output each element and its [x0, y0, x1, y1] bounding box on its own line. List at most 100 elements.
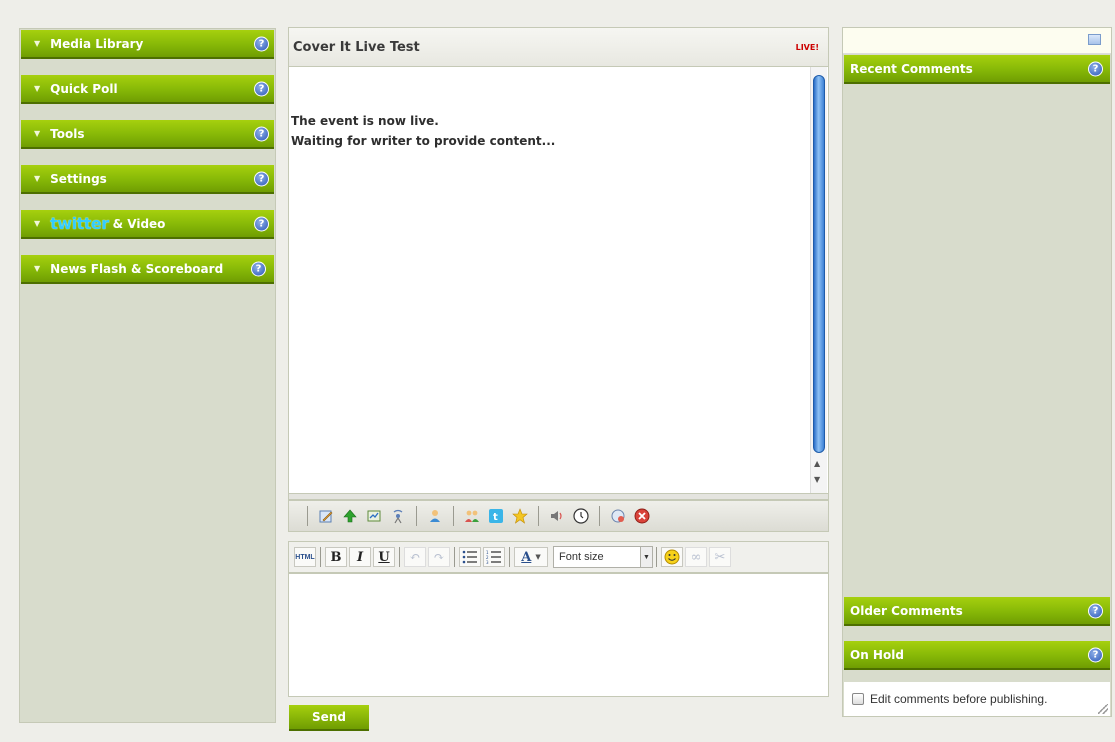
unlink-icon[interactable]: ✂ — [709, 547, 731, 567]
svg-text:t: t — [493, 512, 498, 523]
html-mode-button[interactable]: HTML — [294, 547, 316, 567]
section-on-hold[interactable]: On Hold ? — [844, 641, 1110, 670]
upload-icon[interactable] — [340, 506, 360, 526]
font-size-value: Font size — [559, 551, 604, 563]
toolbar-separator — [454, 547, 455, 567]
content-text: The event is now live. Waiting for write… — [291, 111, 555, 151]
toolbar-separator — [399, 547, 400, 567]
help-icon[interactable]: ? — [254, 126, 269, 141]
send-button[interactable]: Send — [289, 705, 369, 731]
collapse-arrow-icon: ▼ — [34, 174, 41, 183]
chevron-down-icon[interactable]: ▼ — [640, 547, 652, 567]
section-label: News Flash & Scoreboard — [50, 261, 224, 276]
content-line: Waiting for writer to provide content... — [291, 134, 556, 148]
section-label: Media Library — [50, 36, 144, 51]
help-icon[interactable]: ? — [254, 36, 269, 51]
undo-icon[interactable]: ↶ — [404, 547, 426, 567]
numbered-list-icon[interactable]: 123 — [483, 547, 505, 567]
schedule-icon[interactable] — [608, 506, 628, 526]
live-content-area[interactable]: The event is now live. Waiting for write… — [288, 67, 829, 493]
section-tools[interactable]: ▼ Tools ? — [21, 120, 274, 149]
section-label: Settings — [50, 171, 107, 186]
chevron-down-icon: ▼ — [535, 553, 541, 561]
toolbar-separator — [320, 547, 321, 567]
help-icon[interactable]: ? — [1088, 61, 1103, 76]
section-label: & Video — [112, 216, 166, 231]
help-icon[interactable]: ? — [254, 171, 269, 186]
help-icon[interactable]: ? — [1088, 647, 1103, 662]
event-title: Cover It Live Test — [293, 40, 420, 55]
bullet-list-icon[interactable] — [459, 547, 481, 567]
chart-icon[interactable] — [364, 506, 384, 526]
user-icon[interactable] — [425, 506, 445, 526]
section-label: Older Comments — [850, 603, 963, 618]
collapse-arrow-icon: ▼ — [34, 264, 41, 273]
toolbar-separator — [416, 506, 417, 526]
timer-icon[interactable] — [571, 506, 591, 526]
group-users-icon[interactable] — [462, 506, 482, 526]
help-icon[interactable]: ? — [1088, 603, 1103, 618]
section-news-flash-scoreboard[interactable]: ▼ News Flash & Scoreboard ? — [21, 255, 274, 284]
resize-divider[interactable] — [288, 493, 829, 500]
section-settings[interactable]: ▼ Settings ? — [21, 165, 274, 194]
writer-toolbar: t — [288, 500, 829, 532]
event-header: Cover It Live Test LIVE! — [288, 27, 829, 67]
emoticon-icon[interactable] — [661, 547, 683, 567]
collapse-arrow-icon: ▼ — [34, 219, 41, 228]
live-badge: LIVE! — [795, 43, 819, 52]
toolbar-separator — [599, 506, 600, 526]
italic-button[interactable]: I — [349, 547, 371, 567]
toolbar-separator — [509, 547, 510, 567]
message-editor[interactable] — [288, 573, 829, 697]
toolbar-separator — [307, 506, 308, 526]
section-label: On Hold — [850, 647, 904, 662]
left-panel: ▼ Media Library ? ▼ Quick Poll ? ▼ Tools… — [19, 28, 276, 723]
edit-comments-label: Edit comments before publishing. — [870, 692, 1048, 706]
section-label: Recent Comments — [850, 61, 973, 76]
center-panel: Cover It Live Test LIVE! The event is no… — [288, 27, 829, 697]
edit-comments-option[interactable]: Edit comments before publishing. — [844, 682, 1110, 716]
toolbar-separator — [538, 506, 539, 526]
editor-toolbar: HTML B I U ↶ ↷ 123 A ▼ Font size ▼ ∞ ✂ — [288, 541, 829, 573]
audio-icon[interactable] — [547, 506, 567, 526]
content-line: The event is now live. — [291, 114, 439, 128]
text-color-button[interactable]: A ▼ — [514, 547, 548, 567]
link-icon[interactable]: ∞ — [685, 547, 707, 567]
popout-window-icon[interactable] — [1088, 34, 1101, 45]
underline-button[interactable]: U — [373, 547, 395, 567]
scroll-up-icon[interactable]: ▲ — [814, 459, 820, 468]
scroll-thumb[interactable] — [813, 75, 825, 453]
resize-grip-icon[interactable] — [1098, 704, 1108, 714]
help-icon[interactable]: ? — [254, 216, 269, 231]
section-quick-poll[interactable]: ▼ Quick Poll ? — [21, 75, 274, 104]
collapse-arrow-icon: ▼ — [34, 84, 41, 93]
section-older-comments[interactable]: Older Comments ? — [844, 597, 1110, 626]
toolbar-separator — [453, 506, 454, 526]
collapse-arrow-icon: ▼ — [34, 39, 41, 48]
toolbar-separator — [656, 547, 657, 567]
font-size-select[interactable]: Font size ▼ — [553, 546, 653, 568]
help-icon[interactable]: ? — [251, 261, 266, 276]
section-label: Tools — [50, 126, 85, 141]
collapse-arrow-icon: ▼ — [34, 129, 41, 138]
bold-button[interactable]: B — [325, 547, 347, 567]
twitter-logo-icon: twitter — [50, 214, 109, 233]
scroll-down-icon[interactable]: ▼ — [814, 475, 820, 484]
star-icon[interactable] — [510, 506, 530, 526]
right-panel: Recent Comments ? Older Comments ? On Ho… — [842, 27, 1112, 717]
broadcast-icon[interactable] — [388, 506, 408, 526]
section-recent-comments[interactable]: Recent Comments ? — [844, 55, 1110, 84]
section-label: Quick Poll — [50, 81, 118, 96]
right-top-strip — [843, 28, 1111, 54]
edit-post-icon[interactable] — [316, 506, 336, 526]
edit-comments-checkbox[interactable] — [852, 693, 864, 705]
section-media-library[interactable]: ▼ Media Library ? — [21, 30, 274, 59]
svg-text:3: 3 — [486, 560, 489, 564]
content-scrollbar[interactable]: ▲ ▼ — [810, 67, 827, 493]
section-twitter-video[interactable]: ▼ twitter & Video ? — [21, 210, 274, 239]
twitter-icon[interactable]: t — [486, 506, 506, 526]
stop-icon[interactable] — [632, 506, 652, 526]
text-color-icon: A — [521, 549, 532, 565]
help-icon[interactable]: ? — [254, 81, 269, 96]
redo-icon[interactable]: ↷ — [428, 547, 450, 567]
